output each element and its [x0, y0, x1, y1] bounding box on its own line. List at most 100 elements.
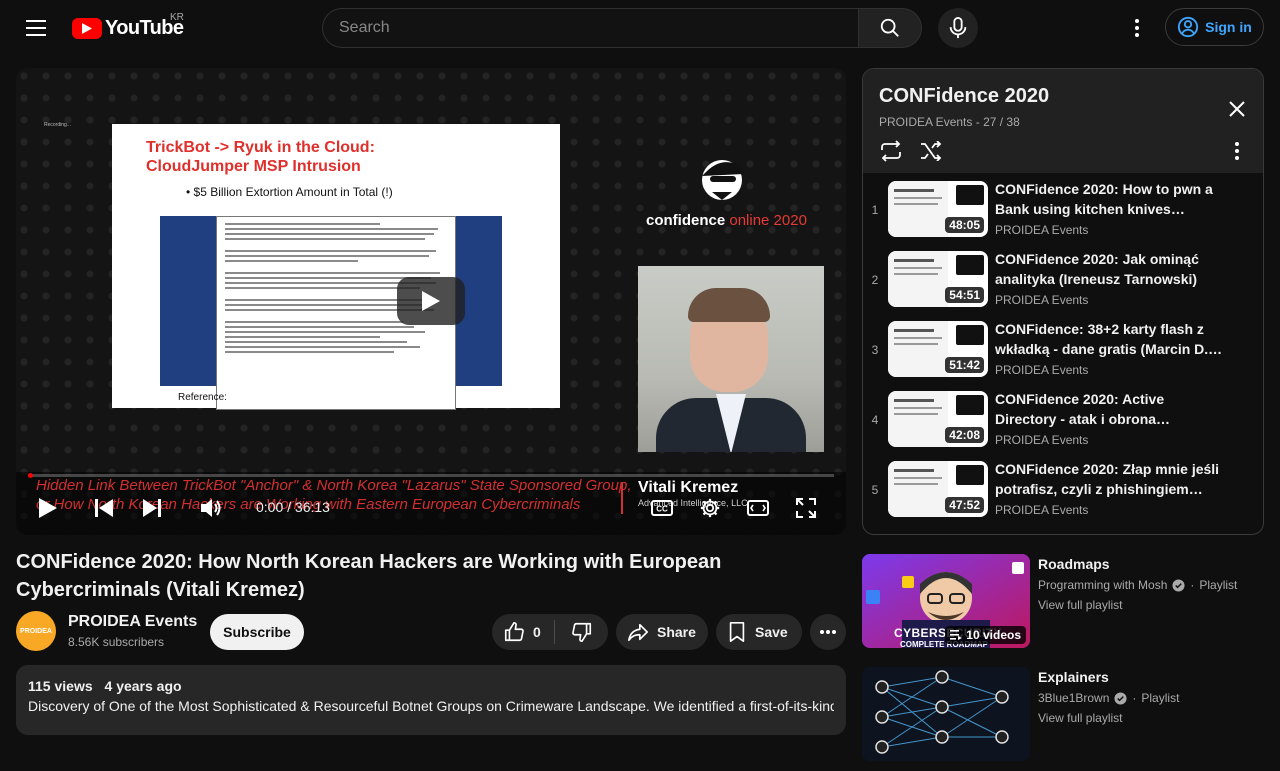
- playlist-thumbnail[interactable]: CYBERSECURITY COMPLETE ROADMAP 10 videos: [862, 554, 1030, 648]
- related-playlist[interactable]: CYBERSECURITY COMPLETE ROADMAP 10 videos…: [862, 554, 1264, 658]
- playlist-item-title[interactable]: CONFidence 2020: Złap mnie jeśli potrafi…: [995, 459, 1227, 499]
- network-thumbnail-art: [862, 667, 1030, 761]
- description-box[interactable]: 115 views 4 years ago Discovery of One o…: [16, 665, 846, 735]
- next-button[interactable]: [136, 492, 168, 524]
- playlist-more-button[interactable]: [1221, 135, 1253, 167]
- playlist-item-thumbnail[interactable]: 51:42: [888, 321, 988, 377]
- time-separator: /: [287, 499, 292, 515]
- related-playlist[interactable]: Explainers 3Blue1Brown · Playlist View f…: [862, 667, 1264, 771]
- loop-playlist-button[interactable]: [875, 135, 907, 167]
- playlist-item-thumbnail[interactable]: 54:51: [888, 251, 988, 307]
- channel-avatar[interactable]: PROIDEA: [16, 611, 56, 651]
- playlist-item-title[interactable]: CONFidence: 38+2 karty flash z wkładką -…: [995, 319, 1227, 359]
- video-duration: 54:51: [945, 287, 984, 303]
- closed-captions-icon: CC: [651, 500, 673, 516]
- search-input[interactable]: [323, 9, 859, 47]
- playlist-icon: [950, 630, 963, 640]
- playlist-item-thumbnail[interactable]: 42:08: [888, 391, 988, 447]
- related-title[interactable]: Roadmaps: [1038, 556, 1110, 572]
- playlist-item-index: 3: [871, 343, 879, 357]
- playlist-owner[interactable]: PROIDEA Events: [879, 115, 972, 129]
- video-duration: 51:42: [945, 357, 984, 373]
- loop-icon: [881, 140, 901, 162]
- share-label: Share: [657, 624, 696, 640]
- large-play-button[interactable]: [397, 277, 465, 325]
- playlist-item[interactable]: 1 48:05 CONFidence 2020: How to pwn a Bank…: [863, 179, 1263, 249]
- event-brand-accent: online 2020: [729, 212, 807, 229]
- related-channel[interactable]: 3Blue1Brown: [1038, 691, 1109, 705]
- playlist-title[interactable]: CONFidence 2020: [879, 85, 1049, 108]
- playlist-item-title[interactable]: CONFidence 2020: Jak ominąć analityka (I…: [995, 249, 1227, 289]
- youtube-logo[interactable]: YouTube: [72, 17, 184, 40]
- related-type: Playlist: [1141, 691, 1180, 705]
- dislike-button[interactable]: [555, 614, 608, 650]
- playlist-item[interactable]: 5 47:52 CONFidence 2020: Złap mnie jeśli p…: [863, 459, 1263, 529]
- share-button[interactable]: Share: [616, 614, 708, 650]
- mute-button[interactable]: [196, 492, 228, 524]
- verified-icon: [1114, 691, 1127, 705]
- more-actions-button[interactable]: [810, 614, 846, 650]
- fullscreen-button[interactable]: [790, 492, 822, 524]
- theater-mode-button[interactable]: [742, 492, 774, 524]
- microphone-icon: [949, 17, 967, 39]
- shuffle-icon: [921, 141, 942, 161]
- playlist-item-thumbnail[interactable]: 47:52: [888, 461, 988, 517]
- playlist-item-index: 4: [871, 413, 879, 427]
- progress-bar[interactable]: [28, 473, 834, 478]
- playlist-thumbnail[interactable]: [862, 667, 1030, 761]
- sign-in-button[interactable]: Sign in: [1165, 8, 1264, 46]
- slide-title-line2: CloudJumper MSP Intrusion: [146, 158, 361, 175]
- playlist-item-channel: PROIDEA Events: [995, 293, 1089, 307]
- playlist-item[interactable]: 2 54:51 CONFidence 2020: Jak ominąć analit…: [863, 249, 1263, 319]
- view-full-playlist-link[interactable]: View full playlist: [1038, 711, 1122, 725]
- playlist-item-thumbnail[interactable]: 48:05: [888, 181, 988, 237]
- previous-button[interactable]: [88, 492, 120, 524]
- video-player[interactable]: Recording... TrickBot -> Ryuk in the Clo…: [16, 68, 846, 535]
- menu-icon[interactable]: [20, 12, 52, 44]
- channel-name[interactable]: PROIDEA Events: [68, 613, 197, 631]
- playlist-position: 27 / 38: [983, 115, 1020, 129]
- shuffle-playlist-button[interactable]: [915, 135, 947, 167]
- bookmark-icon: [729, 622, 745, 642]
- related-title[interactable]: Explainers: [1038, 669, 1109, 685]
- video-duration: 42:08: [945, 427, 984, 443]
- play-button[interactable]: [32, 492, 64, 524]
- search-button[interactable]: [858, 8, 922, 48]
- playlist-item-title[interactable]: CONFidence 2020: Active Directory - atak…: [995, 389, 1227, 429]
- captions-button[interactable]: CC: [646, 492, 678, 524]
- save-button[interactable]: Save: [716, 614, 802, 650]
- video-duration: 48:05: [945, 217, 984, 233]
- settings-button[interactable]: [694, 492, 726, 524]
- related-subtitle: 3Blue1Brown · Playlist: [1038, 691, 1179, 705]
- more-vertical-icon: [1135, 19, 1139, 37]
- playlist-item[interactable]: 3 51:42 CONFidence: 38+2 karty flash z wkł…: [863, 319, 1263, 389]
- view-full-playlist-link[interactable]: View full playlist: [1038, 598, 1122, 612]
- playlist-item[interactable]: 4 42:08 CONFidence 2020: Active Directory …: [863, 389, 1263, 459]
- presentation-slide: TrickBot -> Ryuk in the Cloud: CloudJump…: [112, 124, 560, 410]
- play-icon: [39, 498, 57, 518]
- description-meta: 115 views 4 years ago: [28, 678, 834, 694]
- playlist-item-title[interactable]: CONFidence 2020: How to pwn a Bank using…: [995, 179, 1227, 219]
- event-brand: confidence online 2020: [646, 212, 807, 229]
- volume-icon: [201, 499, 221, 517]
- scrubber-handle[interactable]: [28, 473, 33, 478]
- upload-age: 4 years ago: [104, 678, 182, 694]
- voice-search-button[interactable]: [938, 8, 978, 48]
- banner-text: Hidden Link Between TrickBot "Anchor" & …: [36, 476, 632, 514]
- country-code: KR: [170, 12, 184, 23]
- skip-previous-icon: [95, 499, 113, 517]
- playlist-item-channel: PROIDEA Events: [995, 433, 1089, 447]
- playlist-panel: CONFidence 2020 PROIDEA Events - 27 / 38…: [862, 68, 1264, 535]
- related-channel[interactable]: Programming with Mosh: [1038, 578, 1167, 592]
- thumbs-down-icon: [571, 622, 591, 642]
- like-button[interactable]: 0: [492, 614, 554, 650]
- video-title: CONFidence 2020: How North Korean Hacker…: [16, 551, 722, 601]
- like-dislike-group: 0: [492, 614, 608, 650]
- confidence-logo-icon: [702, 160, 744, 200]
- close-playlist-button[interactable]: [1221, 93, 1253, 125]
- settings-menu-button[interactable]: [1121, 12, 1153, 44]
- slide-reference: Reference:: [178, 392, 227, 403]
- account-icon: [1178, 16, 1199, 38]
- subscribe-button[interactable]: Subscribe: [210, 614, 304, 650]
- video-count: 10 videos: [966, 628, 1021, 642]
